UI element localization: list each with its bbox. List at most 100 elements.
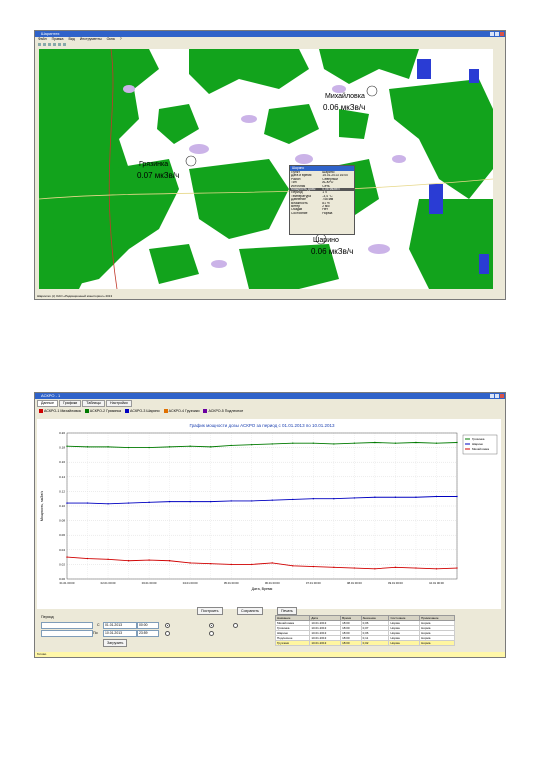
date-to-field[interactable]: 10.01.2013	[103, 630, 137, 637]
popup-row[interactable]: Состояние Норма	[290, 212, 354, 215]
map-statusbar: Шаринтех (c) ОАО «Радиационный мониторин…	[35, 294, 505, 299]
x-tick-label: 10.01 00:00	[429, 581, 444, 585]
data-point	[86, 446, 89, 448]
data-point	[312, 498, 315, 500]
menu-item[interactable]: Окна	[107, 37, 115, 42]
popup-value: Норма	[322, 211, 333, 215]
radio-option[interactable]	[209, 623, 214, 628]
menu-item[interactable]: Вид	[68, 37, 74, 42]
data-point	[271, 499, 273, 501]
data-point	[189, 562, 191, 564]
data-point	[148, 446, 150, 449]
close-icon[interactable]	[500, 32, 504, 36]
data-point	[456, 567, 458, 569]
save-button[interactable]: Сохранить	[237, 607, 263, 615]
tab-0[interactable]: Данные	[37, 400, 58, 407]
from-label: С	[97, 623, 100, 627]
data-point	[333, 566, 335, 569]
map-canvas[interactable]	[39, 49, 493, 289]
station-name-label: Грязинка	[139, 161, 169, 168]
radio-option[interactable]	[209, 631, 214, 636]
x-tick-label: 09.01 00:00	[388, 581, 403, 585]
maximize-icon[interactable]	[495, 394, 499, 398]
station-tab-label: АСКРО-2 Грязинка	[89, 409, 122, 413]
data-point	[107, 558, 109, 560]
close-icon[interactable]	[500, 394, 504, 398]
station-value-label: 0.06 мкЗв/ч	[311, 247, 354, 256]
y-tick-label: 0.18	[59, 446, 65, 450]
station-tab[interactable]: АСКРО-4 Грузчики	[163, 409, 200, 413]
data-point	[374, 496, 376, 498]
station-tab-label: АСКРО-3 Шарино	[130, 409, 160, 413]
radio-option[interactable]	[165, 631, 170, 636]
zoom-out-icon[interactable]	[58, 43, 61, 46]
control-panel: Построить Сохранить Печать Период С 01.0…	[37, 607, 501, 653]
table-row[interactable]: Грузчики 10.01.2013 18:00 0,02 Норма Норма	[274, 640, 455, 646]
map-window-titlebar[interactable]: Шаринтех	[35, 31, 505, 37]
parameter-dropdown[interactable]	[41, 630, 93, 637]
data-point	[107, 503, 109, 505]
data-point	[394, 442, 397, 444]
radio-option[interactable]	[165, 623, 170, 628]
menu-item[interactable]: Правка	[52, 37, 64, 42]
station-tab[interactable]: АСКРО-3 Шарино	[125, 409, 160, 413]
station-value-label: 0.06 мкЗв/ч	[323, 103, 366, 112]
time-from-field[interactable]: 00:00	[137, 622, 159, 629]
menu-item[interactable]: ?	[120, 37, 122, 42]
tab-3[interactable]: Настройки	[105, 400, 132, 407]
station-tab[interactable]: АСКРО-1 Михайловка	[39, 409, 81, 413]
x-tick-label: 02.01 00:00	[101, 581, 116, 585]
data-point	[209, 562, 212, 565]
load-button[interactable]: Загрузить	[103, 639, 128, 647]
data-point	[333, 443, 335, 445]
station-dropdown[interactable]	[41, 622, 93, 629]
data-point	[292, 442, 294, 444]
popup-key: Состояние	[291, 211, 308, 215]
map-toolbar	[35, 42, 505, 47]
minimize-icon[interactable]	[490, 394, 494, 398]
maximize-icon[interactable]	[495, 32, 499, 36]
pan-icon[interactable]	[63, 43, 66, 46]
tab-2[interactable]: Таблицы	[82, 400, 105, 407]
chart-window-titlebar[interactable]: АСКРО - 1	[35, 393, 505, 399]
open-icon[interactable]	[38, 43, 41, 46]
station-color-swatch	[84, 409, 89, 413]
time-to-field[interactable]: 23:59	[137, 630, 159, 637]
station-color-swatch	[163, 409, 168, 413]
print-button[interactable]: Печать	[277, 607, 297, 615]
data-point	[251, 500, 253, 502]
data-point	[86, 557, 89, 560]
chart-window: АСКРО - 1 Данные Графики Таблицы Настройки …	[34, 392, 506, 658]
data-point	[127, 446, 130, 449]
x-tick-label: 08.01 00:00	[347, 581, 362, 585]
station-color-swatch	[39, 409, 43, 413]
data-point	[127, 502, 130, 504]
station-marker[interactable]	[366, 85, 378, 97]
zoom-in-icon[interactable]	[53, 43, 56, 46]
station-tab[interactable]: АСКРО-2 Грязинка	[84, 409, 122, 413]
legend-label: Грязинка	[472, 437, 485, 441]
table-cell: Норма	[419, 640, 455, 646]
station-marker[interactable]	[185, 155, 197, 167]
radio-option[interactable]	[233, 623, 238, 628]
period-label: Период	[41, 615, 54, 619]
map-window: Шаринтех Файл Правка Вид Инструменты Окна?	[34, 30, 506, 300]
table-cell: Норма	[388, 640, 421, 646]
menu-item[interactable]: Файл	[38, 37, 47, 42]
tab-1[interactable]: Графики	[58, 400, 82, 407]
station-color-swatch	[125, 409, 130, 413]
window-controls	[490, 394, 504, 398]
station-name-label: Михайловка	[325, 93, 365, 100]
station-tab[interactable]: АСКРО-5 Подлесное	[203, 409, 243, 413]
date-from-field[interactable]: 01.01.2013	[103, 622, 137, 629]
data-point	[127, 560, 130, 562]
minimize-icon[interactable]	[490, 32, 494, 36]
save-icon[interactable]	[43, 43, 46, 46]
data-point	[374, 568, 376, 570]
build-button[interactable]: Построить	[197, 607, 223, 615]
station-tab-label: АСКРО-4 Грузчики	[168, 409, 200, 413]
menu-item[interactable]: Инструменты	[80, 37, 102, 42]
table-cell: Грузчики	[274, 640, 311, 646]
print-icon[interactable]	[48, 43, 51, 46]
station-value-label: 0.07 мкЗв/ч	[137, 171, 180, 180]
